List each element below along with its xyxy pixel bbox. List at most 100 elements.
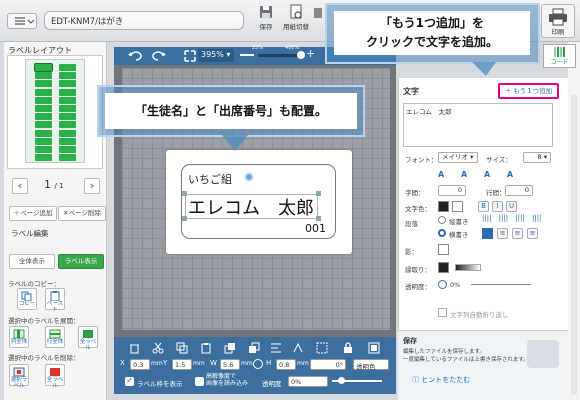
- delete-page-button[interactable]: ✕ページ削除: [58, 206, 106, 221]
- layout-cell[interactable]: [35, 72, 52, 80]
- vertical-align-buttons[interactable]: |||| |||| |||| ||||: [482, 214, 552, 226]
- layout-cell[interactable]: [35, 113, 52, 121]
- layout-cell[interactable]: [59, 80, 76, 88]
- copy-object-icon[interactable]: [176, 342, 190, 356]
- copy-button[interactable]: コピー: [17, 288, 37, 310]
- layout-cell[interactable]: [35, 154, 52, 162]
- resize-handle[interactable]: [316, 216, 321, 221]
- y-field[interactable]: 1.5: [172, 359, 192, 370]
- resize-handle[interactable]: [316, 191, 321, 196]
- w-field[interactable]: 5.6: [220, 359, 240, 370]
- line-spacing-field[interactable]: 0: [505, 185, 533, 196]
- save-button[interactable]: 保存: [252, 2, 280, 40]
- layout-cell[interactable]: [35, 105, 52, 112]
- layout-cell[interactable]: [59, 64, 76, 71]
- layout-cell[interactable]: [59, 96, 76, 104]
- print-button[interactable]: 印刷: [541, 4, 575, 38]
- italic-button[interactable]: I: [492, 201, 503, 212]
- bring-front-icon[interactable]: [224, 342, 238, 356]
- align-right-button[interactable]: ≡: [512, 228, 523, 239]
- zoom-in-icon[interactable]: +: [306, 48, 315, 60]
- layout-cell[interactable]: [59, 137, 76, 145]
- label-number-text[interactable]: 001: [305, 222, 326, 235]
- align-icon[interactable]: [270, 342, 284, 356]
- layout-cell[interactable]: [35, 129, 52, 137]
- zoom-out-icon[interactable]: [240, 54, 254, 56]
- outline-swatch[interactable]: [438, 262, 449, 273]
- delete-all-button[interactable]: 全ラベル: [45, 364, 65, 389]
- code-tab[interactable]: コード: [543, 44, 576, 68]
- undo-button[interactable]: [128, 50, 142, 62]
- frame-icon[interactable]: [368, 342, 382, 356]
- expand-all-button[interactable]: 全ラベル: [78, 326, 98, 351]
- paper-switch-button[interactable]: 用紙切替: [282, 2, 310, 40]
- opacity-text-slider[interactable]: [471, 284, 531, 285]
- show-all-button[interactable]: 全体表示: [9, 254, 55, 269]
- opacity-field[interactable]: 0%: [288, 376, 328, 387]
- paste-object-icon[interactable]: [200, 342, 214, 356]
- h-field[interactable]: 0.8: [276, 359, 296, 370]
- text-color-swatch-alt[interactable]: [452, 201, 463, 212]
- align-left-button[interactable]: [482, 228, 493, 239]
- delete-icon[interactable]: [128, 342, 142, 356]
- label-name-text[interactable]: エレコム 太郎: [188, 194, 314, 220]
- paste-button[interactable]: ペースト: [45, 288, 65, 313]
- expand-column-button[interactable]: 列全体: [9, 326, 29, 348]
- more-tools[interactable]: [312, 5, 324, 35]
- align-justify-button[interactable]: ≡: [527, 228, 538, 239]
- layout-cell[interactable]: [34, 63, 53, 72]
- layout-cell[interactable]: [59, 121, 76, 129]
- text-size-buttons[interactable]: A A A A: [438, 170, 558, 182]
- shadow-swatch[interactable]: [438, 244, 449, 255]
- label-class-text[interactable]: いちご組: [188, 171, 232, 187]
- layout-cell[interactable]: [35, 80, 52, 88]
- show-label-button[interactable]: ラベル表示: [58, 254, 104, 269]
- layout-cell[interactable]: [35, 96, 52, 104]
- layout-cell[interactable]: [35, 146, 52, 153]
- menu-button[interactable]: [7, 13, 37, 29]
- layout-preview-sheet[interactable]: [25, 59, 85, 163]
- char-spacing-field[interactable]: 0: [438, 185, 466, 196]
- next-page-button[interactable]: ›: [84, 178, 100, 194]
- font-select[interactable]: メイリオ ▾: [438, 152, 478, 163]
- horizontal-radio[interactable]: [438, 229, 446, 237]
- underline-button[interactable]: U: [506, 201, 517, 212]
- x-field[interactable]: 0.3: [130, 359, 150, 370]
- zoom-slider[interactable]: [258, 54, 302, 57]
- auto-wrap-checkbox[interactable]: [438, 308, 447, 317]
- document-name-field[interactable]: EDT-KNM7/はがき: [44, 11, 244, 30]
- hires-checkbox[interactable]: [195, 377, 204, 386]
- group-icon[interactable]: [316, 342, 330, 356]
- bold-button[interactable]: B: [478, 201, 489, 212]
- send-back-icon[interactable]: [248, 342, 262, 356]
- transparent-color-button[interactable]: 透明色: [353, 359, 389, 371]
- add-another-text-button[interactable]: ＋ もう１つ追加: [498, 83, 559, 99]
- text-input[interactable]: エレコム 太郎: [403, 103, 553, 147]
- resize-handle[interactable]: [182, 191, 187, 196]
- expand-row-button[interactable]: 行全体: [45, 326, 65, 348]
- layout-cell[interactable]: [35, 137, 52, 145]
- rotation-field[interactable]: 0°: [310, 359, 346, 370]
- layout-cell[interactable]: [59, 72, 76, 80]
- opacity-radio[interactable]: [438, 280, 447, 289]
- lock-ratio-icon[interactable]: [253, 359, 263, 369]
- delete-selected-button[interactable]: 選択ラベル: [9, 364, 29, 389]
- vertical-radio[interactable]: [438, 216, 446, 224]
- outline-width-bar[interactable]: [455, 264, 481, 271]
- opacity-slider-handle[interactable]: [338, 377, 345, 384]
- layout-cell[interactable]: [59, 154, 76, 162]
- scrollbar[interactable]: [571, 95, 577, 395]
- lock-icon[interactable]: [342, 342, 356, 356]
- distribute-icon[interactable]: [292, 342, 306, 356]
- add-page-button[interactable]: ＋ページ追加: [9, 206, 57, 221]
- layout-cell[interactable]: [59, 129, 76, 137]
- rotate-handle-icon[interactable]: [244, 172, 254, 182]
- zoom-slider-handle[interactable]: [297, 51, 305, 59]
- layout-cell[interactable]: [59, 113, 76, 121]
- layout-cell[interactable]: [35, 121, 52, 129]
- resize-handle[interactable]: [182, 216, 187, 221]
- prev-page-button[interactable]: ‹: [12, 178, 28, 194]
- show-frame-checkbox[interactable]: ✓: [125, 377, 134, 386]
- size-select[interactable]: 8 ▾: [523, 152, 551, 163]
- layout-cell[interactable]: [59, 88, 76, 96]
